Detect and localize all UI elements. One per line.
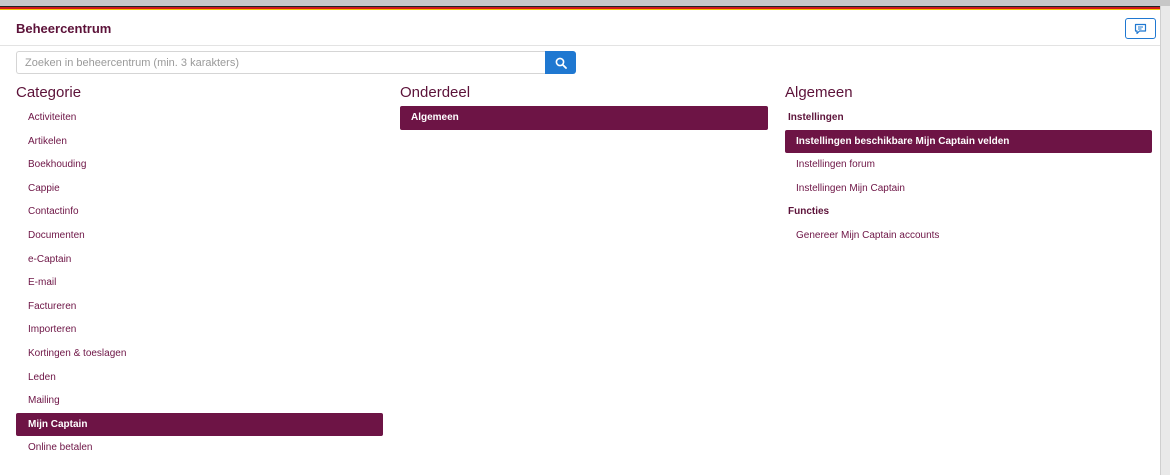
onderdeel-item[interactable]: Algemeen (400, 106, 768, 130)
group-list: Instellingen beschikbare Mijn Captain ve… (785, 129, 1152, 201)
categorie-item[interactable]: Online betalen (16, 436, 383, 460)
categorie-item[interactable]: E-mail (16, 271, 383, 295)
group-list: Genereer Mijn Captain accounts (785, 224, 1152, 248)
group-heading: Instellingen (788, 112, 844, 123)
panel-header: Beheercentrum (0, 10, 1160, 46)
categorie-item[interactable]: Boekhouding (16, 153, 383, 177)
categorie-item[interactable]: Mailing (16, 389, 383, 413)
algemeen-item[interactable]: Instellingen forum (785, 153, 1152, 177)
group-heading: Functies (788, 206, 830, 218)
categorie-column: Categorie Activiteiten Artikelen Boekhoudi… (16, 84, 383, 460)
categorie-list: Activiteiten Artikelen Boekhouding Cappie Co… (16, 106, 383, 460)
search-button[interactable] (545, 51, 576, 74)
algemeen-list: Instellingen Instellingen beschikbare Mij… (785, 106, 1152, 248)
categorie-item[interactable]: Mijn Captain (16, 412, 383, 437)
algemeen-item[interactable]: Instellingen Mijn Captain (785, 177, 1152, 201)
onderdeel-title: Onderdeel (400, 84, 471, 101)
categorie-item[interactable]: Documenten (16, 224, 383, 248)
categorie-item[interactable]: Factureren (16, 295, 383, 319)
categorie-item[interactable]: Activiteiten (16, 106, 383, 130)
search-input[interactable] (16, 51, 545, 74)
comment-icon (1134, 23, 1147, 34)
algemeen-column: Algemeen Instellingen Instellingen beschi… (785, 84, 1152, 248)
categorie-item[interactable]: Contactinfo (16, 200, 383, 224)
categorie-item[interactable]: Kortingen & toeslagen (16, 342, 383, 366)
onderdeel-list: Algemeen (400, 106, 768, 130)
algemeen-item[interactable]: Genereer Mijn Captain accounts (785, 224, 1152, 248)
feedback-button[interactable] (1125, 18, 1156, 39)
categorie-item[interactable]: Leden (16, 366, 383, 390)
search-icon (555, 57, 567, 69)
search-bar (16, 51, 576, 74)
onderdeel-column: Onderdeel Algemeen (400, 84, 768, 130)
categorie-item[interactable]: e-Captain (16, 248, 383, 272)
categorie-title: Categorie (16, 84, 82, 101)
categorie-item[interactable]: Artikelen (16, 130, 383, 154)
algemeen-title: Algemeen (785, 84, 853, 101)
categorie-item[interactable]: Importeren (16, 318, 383, 342)
algemeen-item[interactable]: Instellingen beschikbare Mijn Captain ve… (785, 129, 1152, 154)
page-title: Beheercentrum (16, 21, 112, 36)
categorie-item[interactable]: Cappie (16, 177, 383, 201)
